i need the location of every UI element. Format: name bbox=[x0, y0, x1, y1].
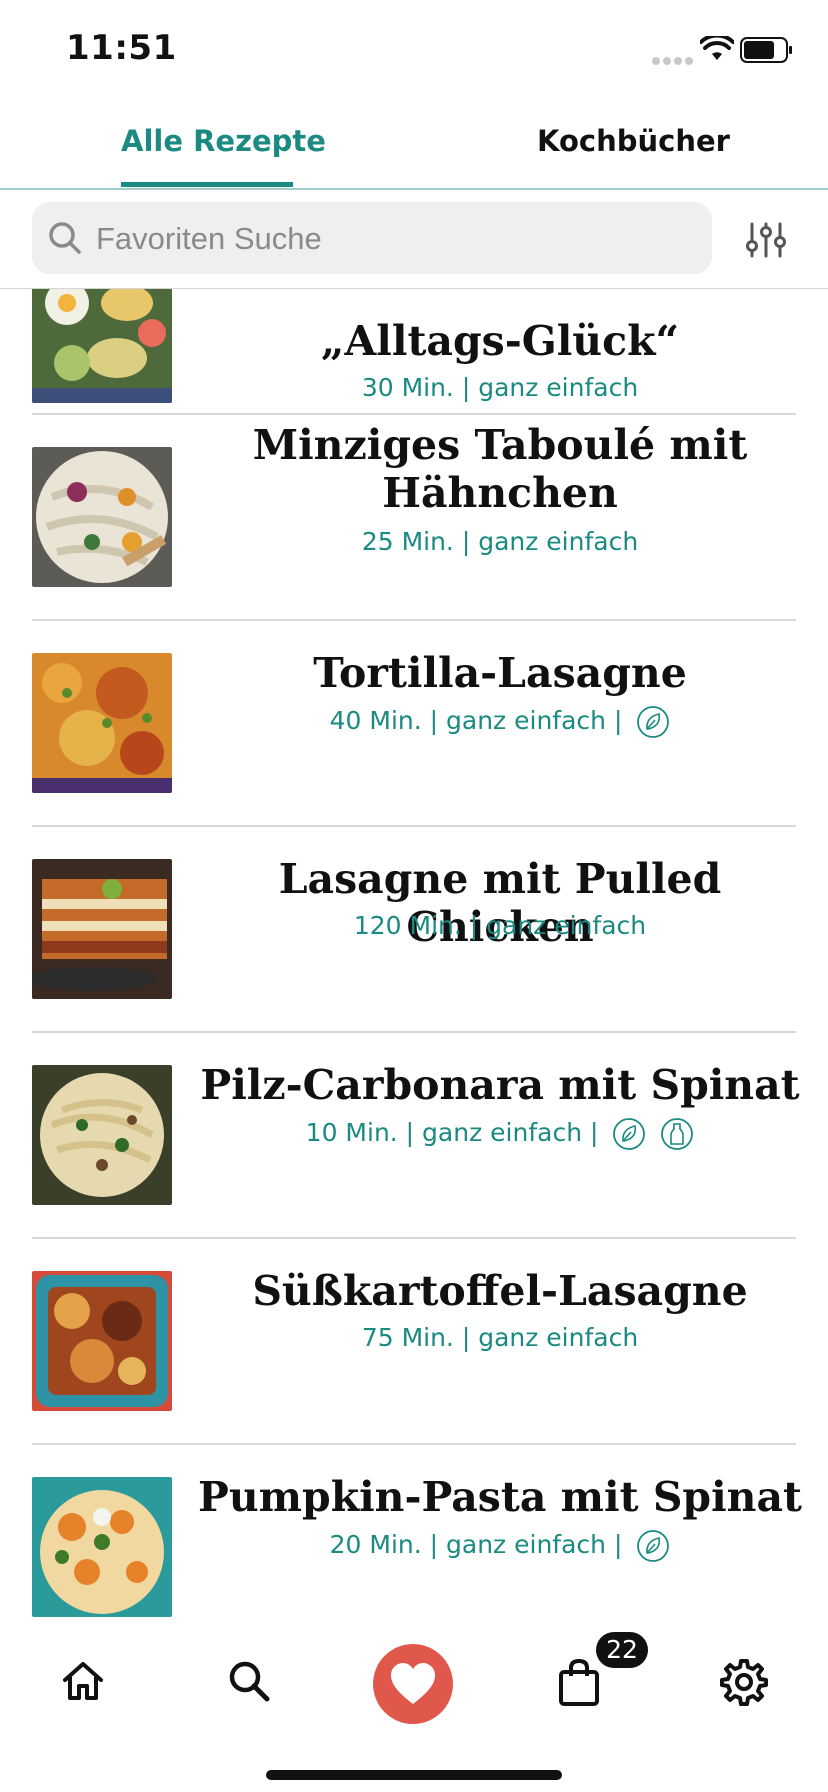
recipe-title: Pilz-Carbonara mit Spinat bbox=[200, 1061, 800, 1109]
recipe-meta: 10 Min. | ganz einfach | bbox=[180, 1117, 820, 1151]
leaf-icon bbox=[613, 1118, 646, 1150]
recipe-title: Minziges Taboulé mit Hähnchen bbox=[252, 421, 748, 517]
leaf-icon bbox=[637, 706, 670, 738]
bottle-icon bbox=[661, 1118, 694, 1150]
battery-icon bbox=[740, 37, 792, 63]
list-item[interactable]: Tortilla-Lasagne 40 Min. | ganz einfach … bbox=[0, 621, 828, 827]
leaf-icon bbox=[637, 1530, 670, 1562]
list-item[interactable]: „Alltags-Glück“ 30 Min. | ganz einfach bbox=[0, 289, 828, 409]
filter-sliders-icon[interactable] bbox=[744, 220, 788, 260]
recipe-meta: 30 Min. | ganz einfach bbox=[361, 373, 639, 402]
home-icon[interactable] bbox=[60, 1658, 106, 1704]
recipe-thumbnail bbox=[32, 1065, 172, 1205]
recipe-meta: 25 Min. | ganz einfach bbox=[361, 527, 639, 556]
recipe-thumbnail bbox=[32, 1271, 172, 1411]
search-icon bbox=[49, 222, 81, 254]
search-input[interactable] bbox=[94, 202, 698, 276]
favorites-button[interactable] bbox=[373, 1644, 453, 1724]
settings-gear-icon[interactable] bbox=[720, 1658, 768, 1706]
list-item[interactable]: Minziges Taboulé mit Hähnchen 25 Min. | … bbox=[0, 415, 828, 621]
recipe-meta: 75 Min. | ganz einfach bbox=[361, 1323, 639, 1352]
list-item[interactable]: Lasagne mit Pulled Chicken 120 Min. | ga… bbox=[0, 827, 828, 1033]
recipe-meta: 120 Min. | ganz einfach bbox=[353, 911, 647, 940]
search-field[interactable] bbox=[32, 202, 712, 276]
active-tab-indicator bbox=[121, 182, 293, 187]
recipe-title: Pumpkin-Pasta mit Spinat bbox=[198, 1473, 802, 1521]
status-time: 11:51 bbox=[66, 28, 177, 68]
list-item[interactable]: Pilz-Carbonara mit Spinat 10 Min. | ganz… bbox=[0, 1033, 828, 1239]
search-bar-row bbox=[0, 190, 828, 289]
recipe-title: Tortilla-Lasagne bbox=[313, 649, 687, 697]
list-item[interactable]: Süßkartoffel-Lasagne 75 Min. | ganz einf… bbox=[0, 1239, 828, 1445]
recipe-title: Süßkartoffel-Lasagne bbox=[252, 1267, 748, 1315]
recipe-meta: 20 Min. | ganz einfach | bbox=[180, 1529, 820, 1563]
wifi-icon bbox=[700, 36, 734, 60]
recipe-title: „Alltags-Glück“ bbox=[320, 317, 680, 365]
search-icon[interactable] bbox=[226, 1658, 272, 1704]
shopping-bag-icon[interactable] bbox=[556, 1658, 602, 1708]
home-indicator bbox=[266, 1770, 562, 1780]
status-bar: 11:51 bbox=[0, 0, 828, 96]
bottom-tab-bar: 22 bbox=[0, 1622, 828, 1792]
recipe-meta: 40 Min. | ganz einfach | bbox=[180, 705, 820, 739]
segment-tabs: Alle Rezepte Kochbücher bbox=[0, 96, 828, 190]
recipe-thumbnail bbox=[32, 289, 172, 403]
recipe-thumbnail bbox=[32, 1477, 172, 1617]
list-item[interactable]: Pumpkin-Pasta mit Spinat 20 Min. | ganz … bbox=[0, 1445, 828, 1621]
recipe-thumbnail bbox=[32, 447, 172, 587]
tab-alle-rezepte[interactable]: Alle Rezepte bbox=[121, 124, 326, 158]
tab-kochbuecher[interactable]: Kochbücher bbox=[537, 124, 730, 158]
recipe-list: „Alltags-Glück“ 30 Min. | ganz einfach M… bbox=[0, 289, 828, 1621]
heart-icon bbox=[391, 1663, 435, 1704]
signal-dots-icon bbox=[652, 52, 696, 70]
cart-count-badge: 22 bbox=[596, 1632, 648, 1668]
recipe-thumbnail bbox=[32, 653, 172, 793]
recipe-thumbnail bbox=[32, 859, 172, 999]
